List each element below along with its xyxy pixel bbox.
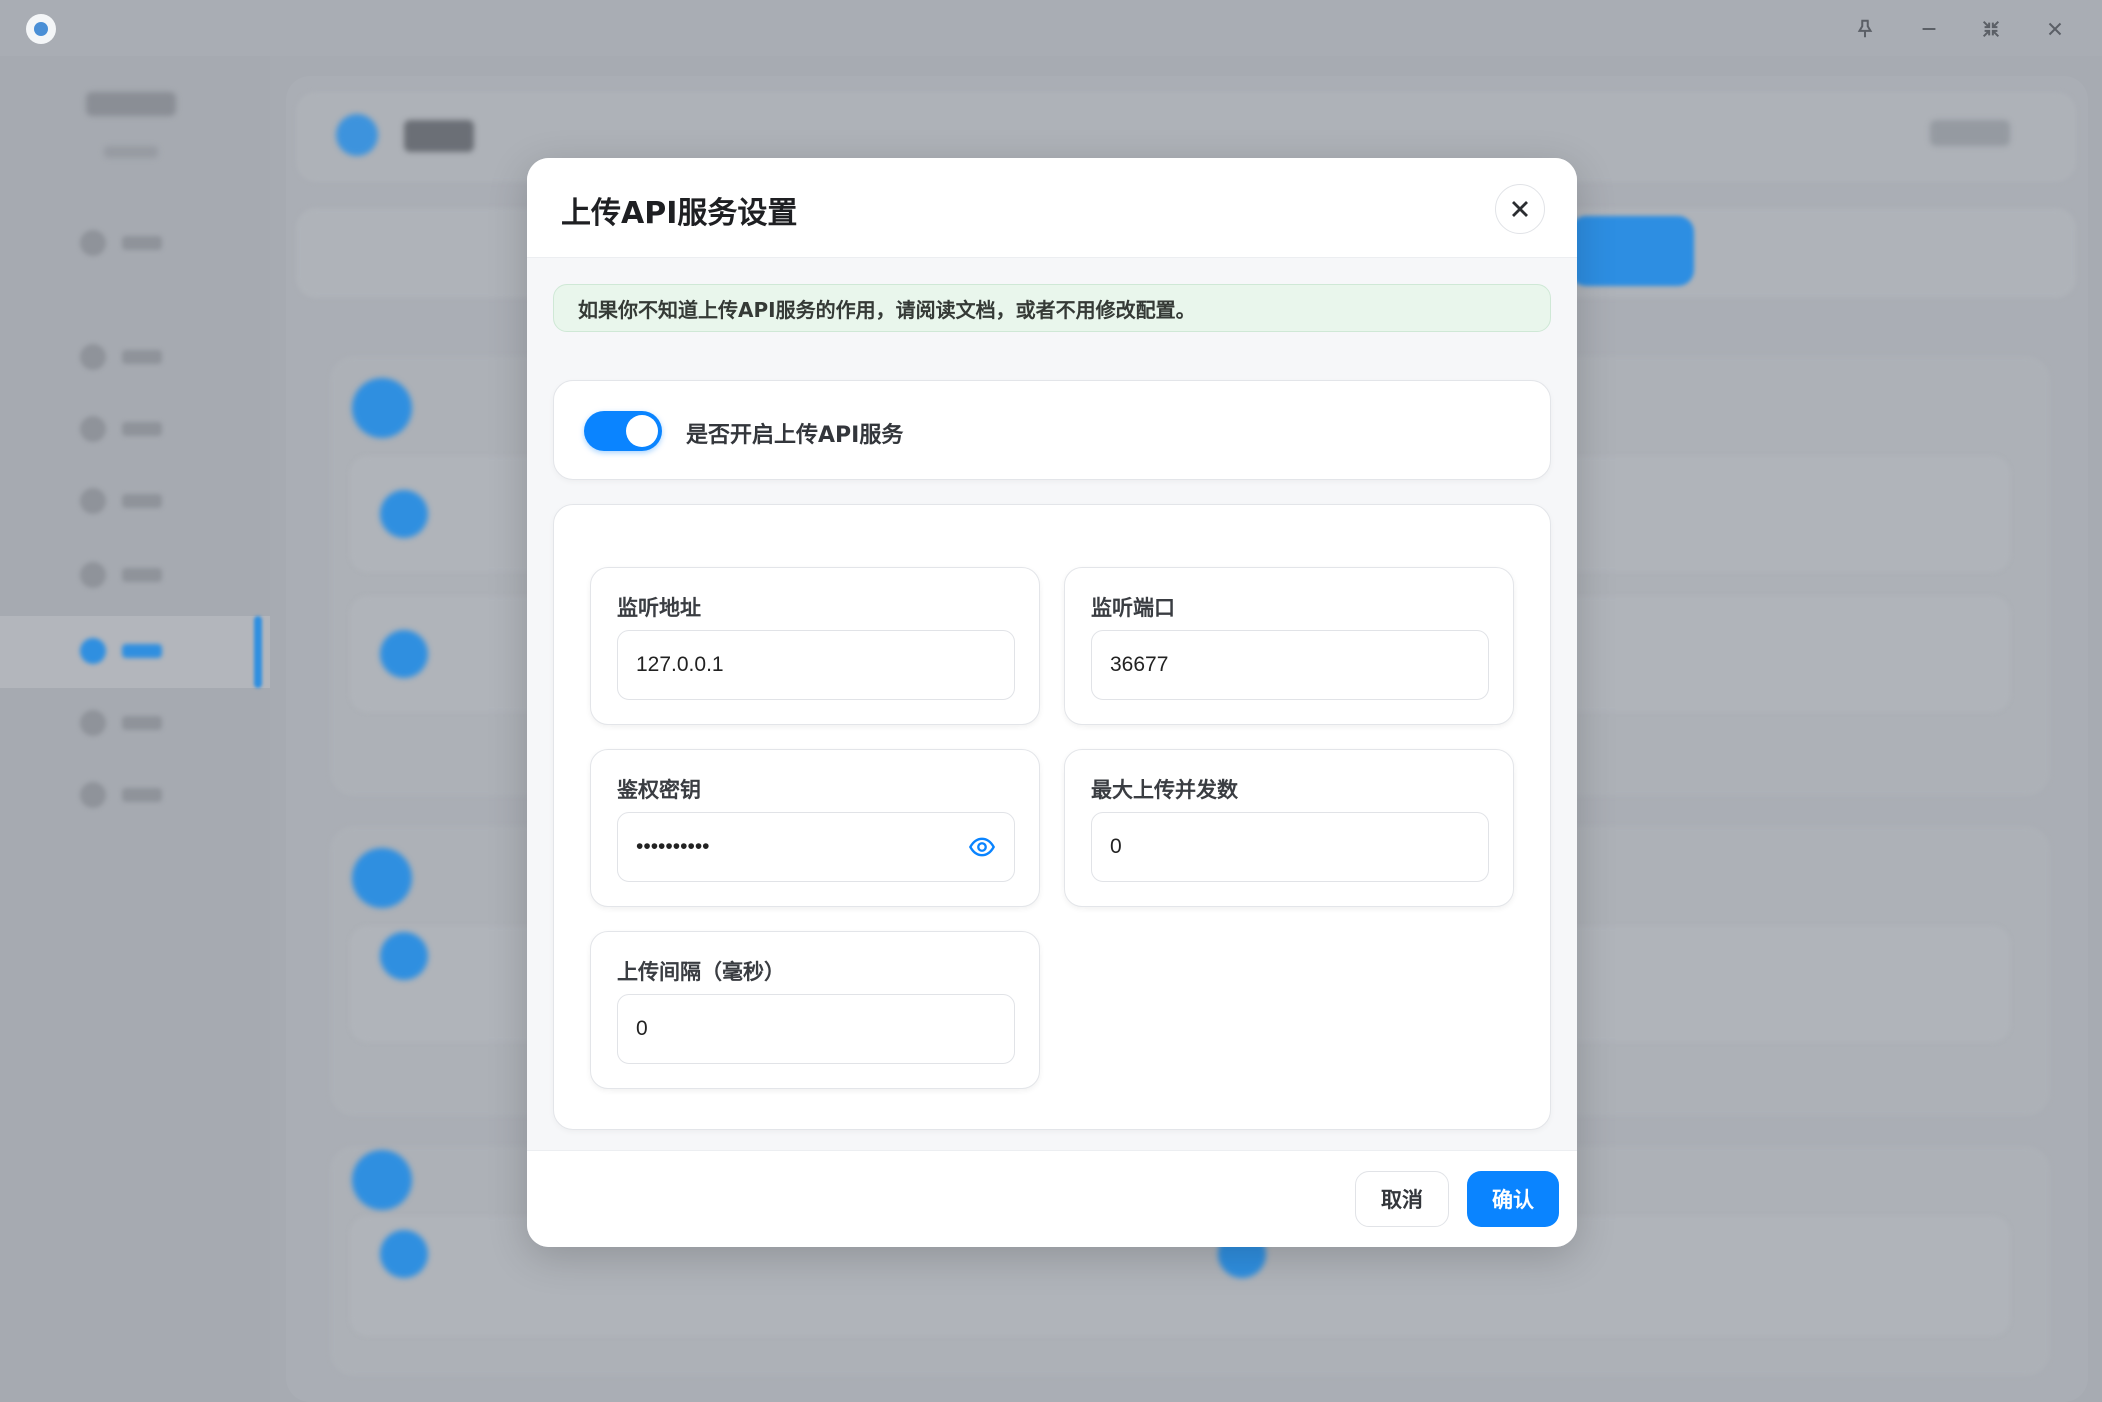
upload-interval-label: 上传间隔（毫秒） bbox=[617, 960, 785, 984]
pin-icon[interactable] bbox=[1848, 12, 1882, 46]
window-close-icon[interactable] bbox=[2038, 12, 2072, 46]
auth-key-field: 鉴权密钥 bbox=[590, 749, 1040, 907]
info-notice: 如果你不知道上传API服务的作用，请阅读文档，或者不用修改配置。 bbox=[553, 284, 1551, 332]
max-concurrency-label: 最大上传并发数 bbox=[1091, 778, 1238, 802]
eye-icon[interactable] bbox=[967, 832, 997, 862]
dialog-title: 上传API服务设置 bbox=[561, 196, 798, 231]
dialog-footer: 取消 确认 bbox=[527, 1150, 1577, 1247]
auth-key-label: 鉴权密钥 bbox=[617, 778, 701, 802]
toggle-knob bbox=[626, 415, 658, 447]
minimize-icon[interactable] bbox=[1912, 12, 1946, 46]
close-button[interactable] bbox=[1495, 184, 1545, 234]
upload-api-settings-dialog: 上传API服务设置 如果你不知道上传API服务的作用，请阅读文档，或者不用修改配… bbox=[527, 158, 1577, 1247]
auth-key-input[interactable] bbox=[617, 812, 1015, 882]
listen-address-input[interactable] bbox=[617, 630, 1015, 700]
max-concurrency-field: 最大上传并发数 bbox=[1064, 749, 1514, 907]
restore-icon[interactable] bbox=[1974, 12, 2008, 46]
cancel-button[interactable]: 取消 bbox=[1355, 1171, 1449, 1227]
window-titlebar bbox=[0, 0, 2102, 56]
listen-port-field: 监听端口 bbox=[1064, 567, 1514, 725]
max-concurrency-input[interactable] bbox=[1091, 812, 1489, 882]
close-icon bbox=[1512, 201, 1528, 217]
enable-service-card: 是否开启上传API服务 bbox=[553, 380, 1551, 480]
settings-form-card: 监听地址 监听端口 鉴权密钥 最大上传并发数 上传间隔（毫秒） bbox=[553, 504, 1551, 1130]
upload-interval-field: 上传间隔（毫秒） bbox=[590, 931, 1040, 1089]
enable-api-toggle[interactable] bbox=[584, 411, 662, 451]
listen-port-input[interactable] bbox=[1091, 630, 1489, 700]
confirm-button[interactable]: 确认 bbox=[1467, 1171, 1559, 1227]
listen-port-label: 监听端口 bbox=[1091, 596, 1175, 620]
dialog-header: 上传API服务设置 bbox=[527, 158, 1577, 258]
app-logo-icon bbox=[26, 14, 56, 44]
upload-interval-input[interactable] bbox=[617, 994, 1015, 1064]
listen-address-field: 监听地址 bbox=[590, 567, 1040, 725]
listen-address-label: 监听地址 bbox=[617, 596, 701, 620]
enable-api-label: 是否开启上传API服务 bbox=[686, 423, 904, 448]
